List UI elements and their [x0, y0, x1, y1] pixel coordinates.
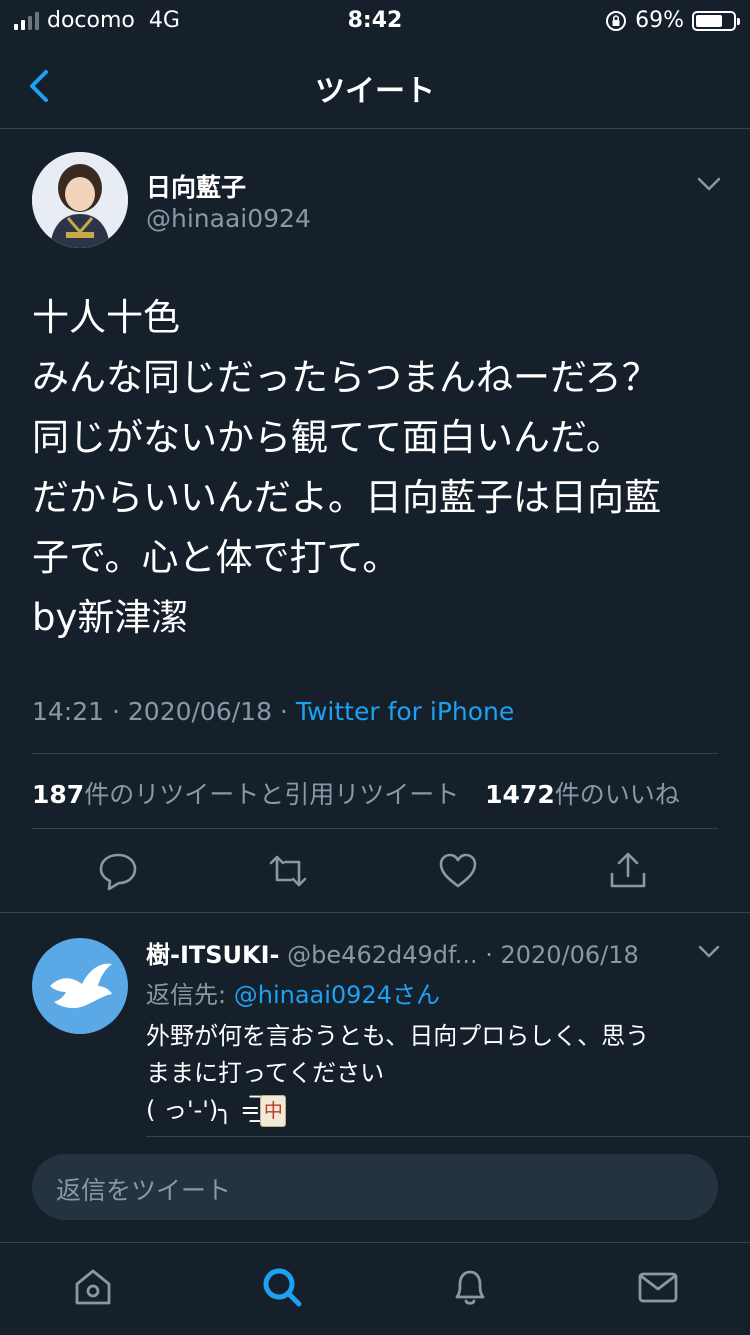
reply-text: 外野が何を言おうとも、日向プロらしく、思う ままに打ってください ( っ'-')… — [146, 1018, 706, 1129]
reply-author-handle[interactable]: @be462d49df... — [287, 941, 477, 969]
reply-icon[interactable] — [97, 850, 139, 892]
page-title: ツイート — [315, 74, 435, 109]
chevron-down-icon[interactable] — [696, 940, 722, 964]
tweet-time: 14:21 — [32, 697, 105, 726]
battery-percent: 69% — [635, 8, 684, 33]
battery-icon — [692, 10, 740, 31]
divider — [0, 912, 750, 913]
retweet-icon[interactable] — [267, 850, 309, 892]
retweets-label: 件のリツイートと引用リツイート — [84, 780, 460, 809]
status-right: 69% — [605, 8, 740, 33]
meta-separator: · — [271, 697, 296, 726]
tweet-source-link[interactable]: Twitter for iPhone — [296, 697, 514, 726]
meta-separator: · — [104, 697, 128, 726]
divider — [32, 828, 718, 829]
status-bar: docomo 4G 8:42 69% — [0, 0, 750, 44]
dove-icon — [50, 963, 112, 1009]
likes-label: 件のいいね — [554, 780, 680, 809]
divider — [146, 1136, 750, 1137]
tweet-date: 2020/06/18 — [127, 697, 272, 726]
home-icon[interactable] — [71, 1265, 115, 1309]
tweet-author-handle[interactable]: @hinaai0924 — [146, 204, 311, 233]
notifications-icon[interactable] — [448, 1265, 492, 1309]
reply-header: 樹-ITSUKI- @be462d49df... · 2020/06/18 — [146, 935, 639, 970]
share-icon[interactable] — [607, 850, 649, 892]
replying-to-label: 返信先: — [146, 981, 227, 1009]
reply-avatar[interactable] — [32, 938, 128, 1034]
tweet-author-name[interactable]: 日向藍子 — [146, 168, 246, 204]
likes-count: 1472 — [485, 780, 555, 809]
search-icon[interactable] — [260, 1265, 304, 1309]
reply-compose-field[interactable]: 返信をツイート — [32, 1154, 718, 1220]
like-icon[interactable] — [437, 850, 479, 892]
tweet-text: 十人十色 みんな同じだったらつまんねーだろ？ 同じがないから観てて面白いんだ。 … — [32, 296, 661, 639]
replying-to: 返信先: @hinaai0924さん — [146, 975, 440, 1010]
tweet-meta: 14:21 · 2020/06/18 · Twitter for iPhone — [32, 697, 514, 726]
mahjong-tile-emoji: 中 — [260, 1095, 287, 1127]
divider — [32, 753, 718, 754]
retweets-stat[interactable]: 187件のリツイートと引用リツイート — [32, 780, 459, 809]
avatar[interactable] — [32, 152, 128, 248]
tweet-actions — [0, 830, 750, 912]
retweets-count: 187 — [32, 780, 85, 809]
tweet-stats: 187件のリツイートと引用リツイート 1472件のいいね — [32, 775, 680, 811]
reply-date: · 2020/06/18 — [485, 941, 639, 969]
replying-to-handle[interactable]: @hinaai0924さん — [234, 981, 440, 1009]
reply-body: 外野が何を言おうとも、日向プロらしく、思う ままに打ってください ( っ'-')… — [146, 1022, 650, 1124]
likes-stat[interactable]: 1472件のいいね — [485, 780, 680, 809]
chevron-down-icon[interactable] — [694, 170, 724, 198]
header: ツイート — [0, 44, 750, 129]
avatar-image — [32, 152, 128, 248]
orientation-lock-icon — [606, 10, 627, 31]
reply-author-name[interactable]: 樹-ITSUKI- — [146, 941, 280, 969]
compose-placeholder: 返信をツイート — [56, 1176, 232, 1205]
tab-bar — [0, 1242, 750, 1335]
messages-icon[interactable] — [636, 1265, 680, 1309]
